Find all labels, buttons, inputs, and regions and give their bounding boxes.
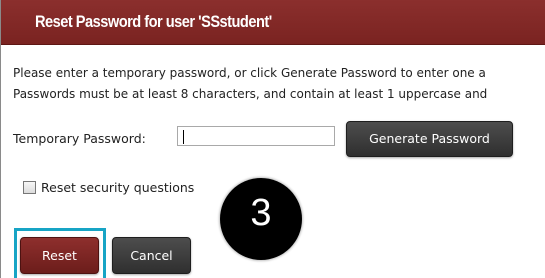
- reset-password-dialog: Reset Password for user 'SSstudent' Plea…: [0, 0, 545, 278]
- temporary-password-input[interactable]: [177, 126, 335, 146]
- reset-security-questions-checkbox[interactable]: [23, 181, 36, 194]
- instructions-line-2: Passwords must be at least 8 characters,…: [13, 87, 488, 101]
- temporary-password-label: Temporary Password:: [13, 131, 146, 146]
- step-number-badge: 3: [220, 178, 302, 260]
- dialog-title: Reset Password for user 'SSstudent': [35, 12, 272, 31]
- instructions-line-1: Please enter a temporary password, or cl…: [13, 66, 486, 80]
- generate-password-button[interactable]: Generate Password: [346, 121, 513, 157]
- reset-button[interactable]: Reset: [20, 237, 99, 274]
- cancel-button[interactable]: Cancel: [112, 237, 191, 274]
- reset-security-questions-label[interactable]: Reset security questions: [41, 180, 194, 195]
- dialog-title-bar: Reset Password for user 'SSstudent': [1, 0, 545, 45]
- step-number: 3: [250, 192, 272, 234]
- text-cursor: [183, 130, 184, 144]
